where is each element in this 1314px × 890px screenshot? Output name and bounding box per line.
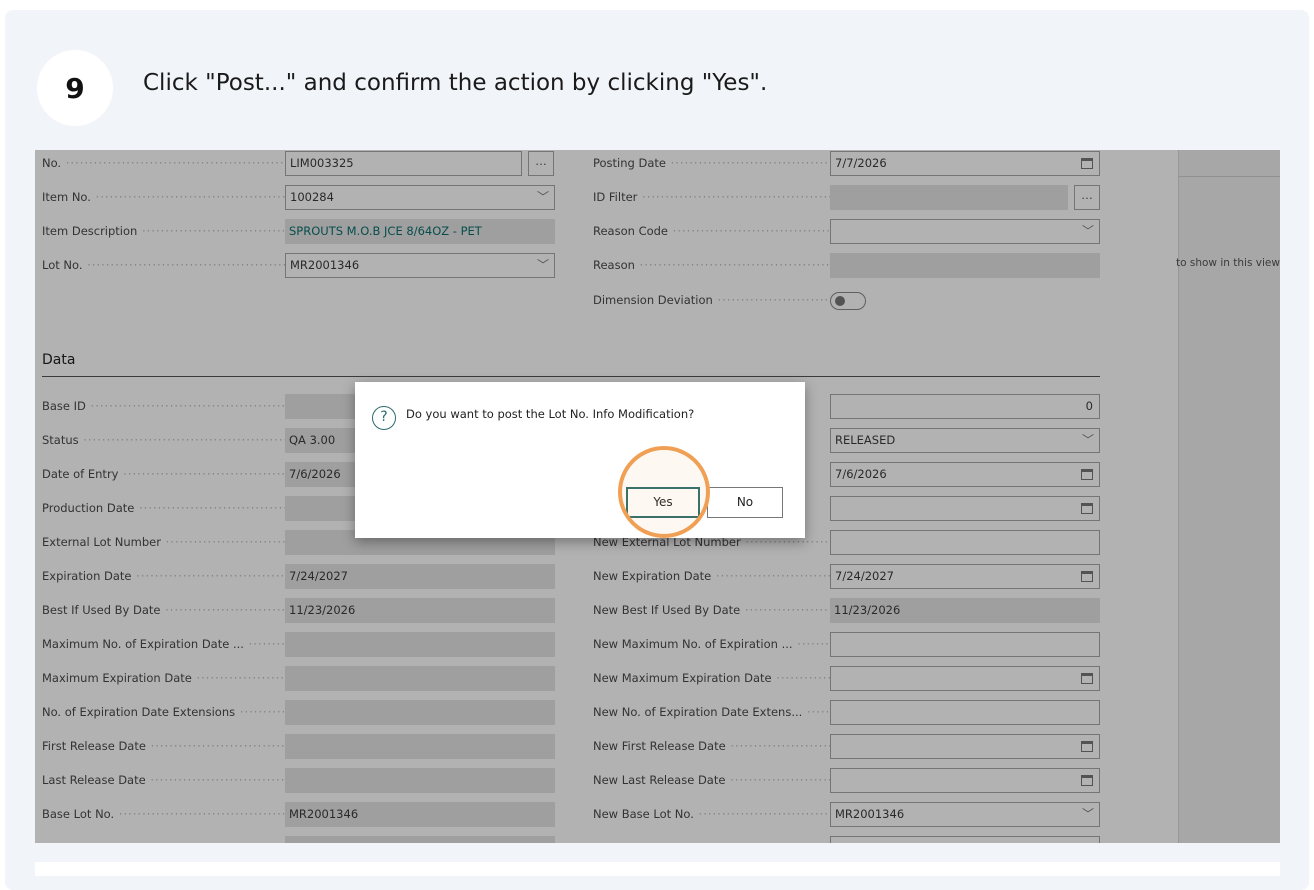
- screenshot-frame: No. LIM003325 … Item No. 100284﹀ Item De…: [35, 150, 1280, 843]
- step-number: 9: [37, 50, 113, 126]
- step-instruction: Click "Post..." and confirm the action b…: [143, 70, 768, 96]
- click-highlight-circle: [618, 446, 710, 538]
- question-icon: ?: [372, 406, 396, 430]
- no-button[interactable]: No: [707, 487, 783, 518]
- confirm-dialog: ? Do you want to post the Lot No. Info M…: [355, 382, 805, 538]
- dialog-message: Do you want to post the Lot No. Info Mod…: [406, 407, 695, 421]
